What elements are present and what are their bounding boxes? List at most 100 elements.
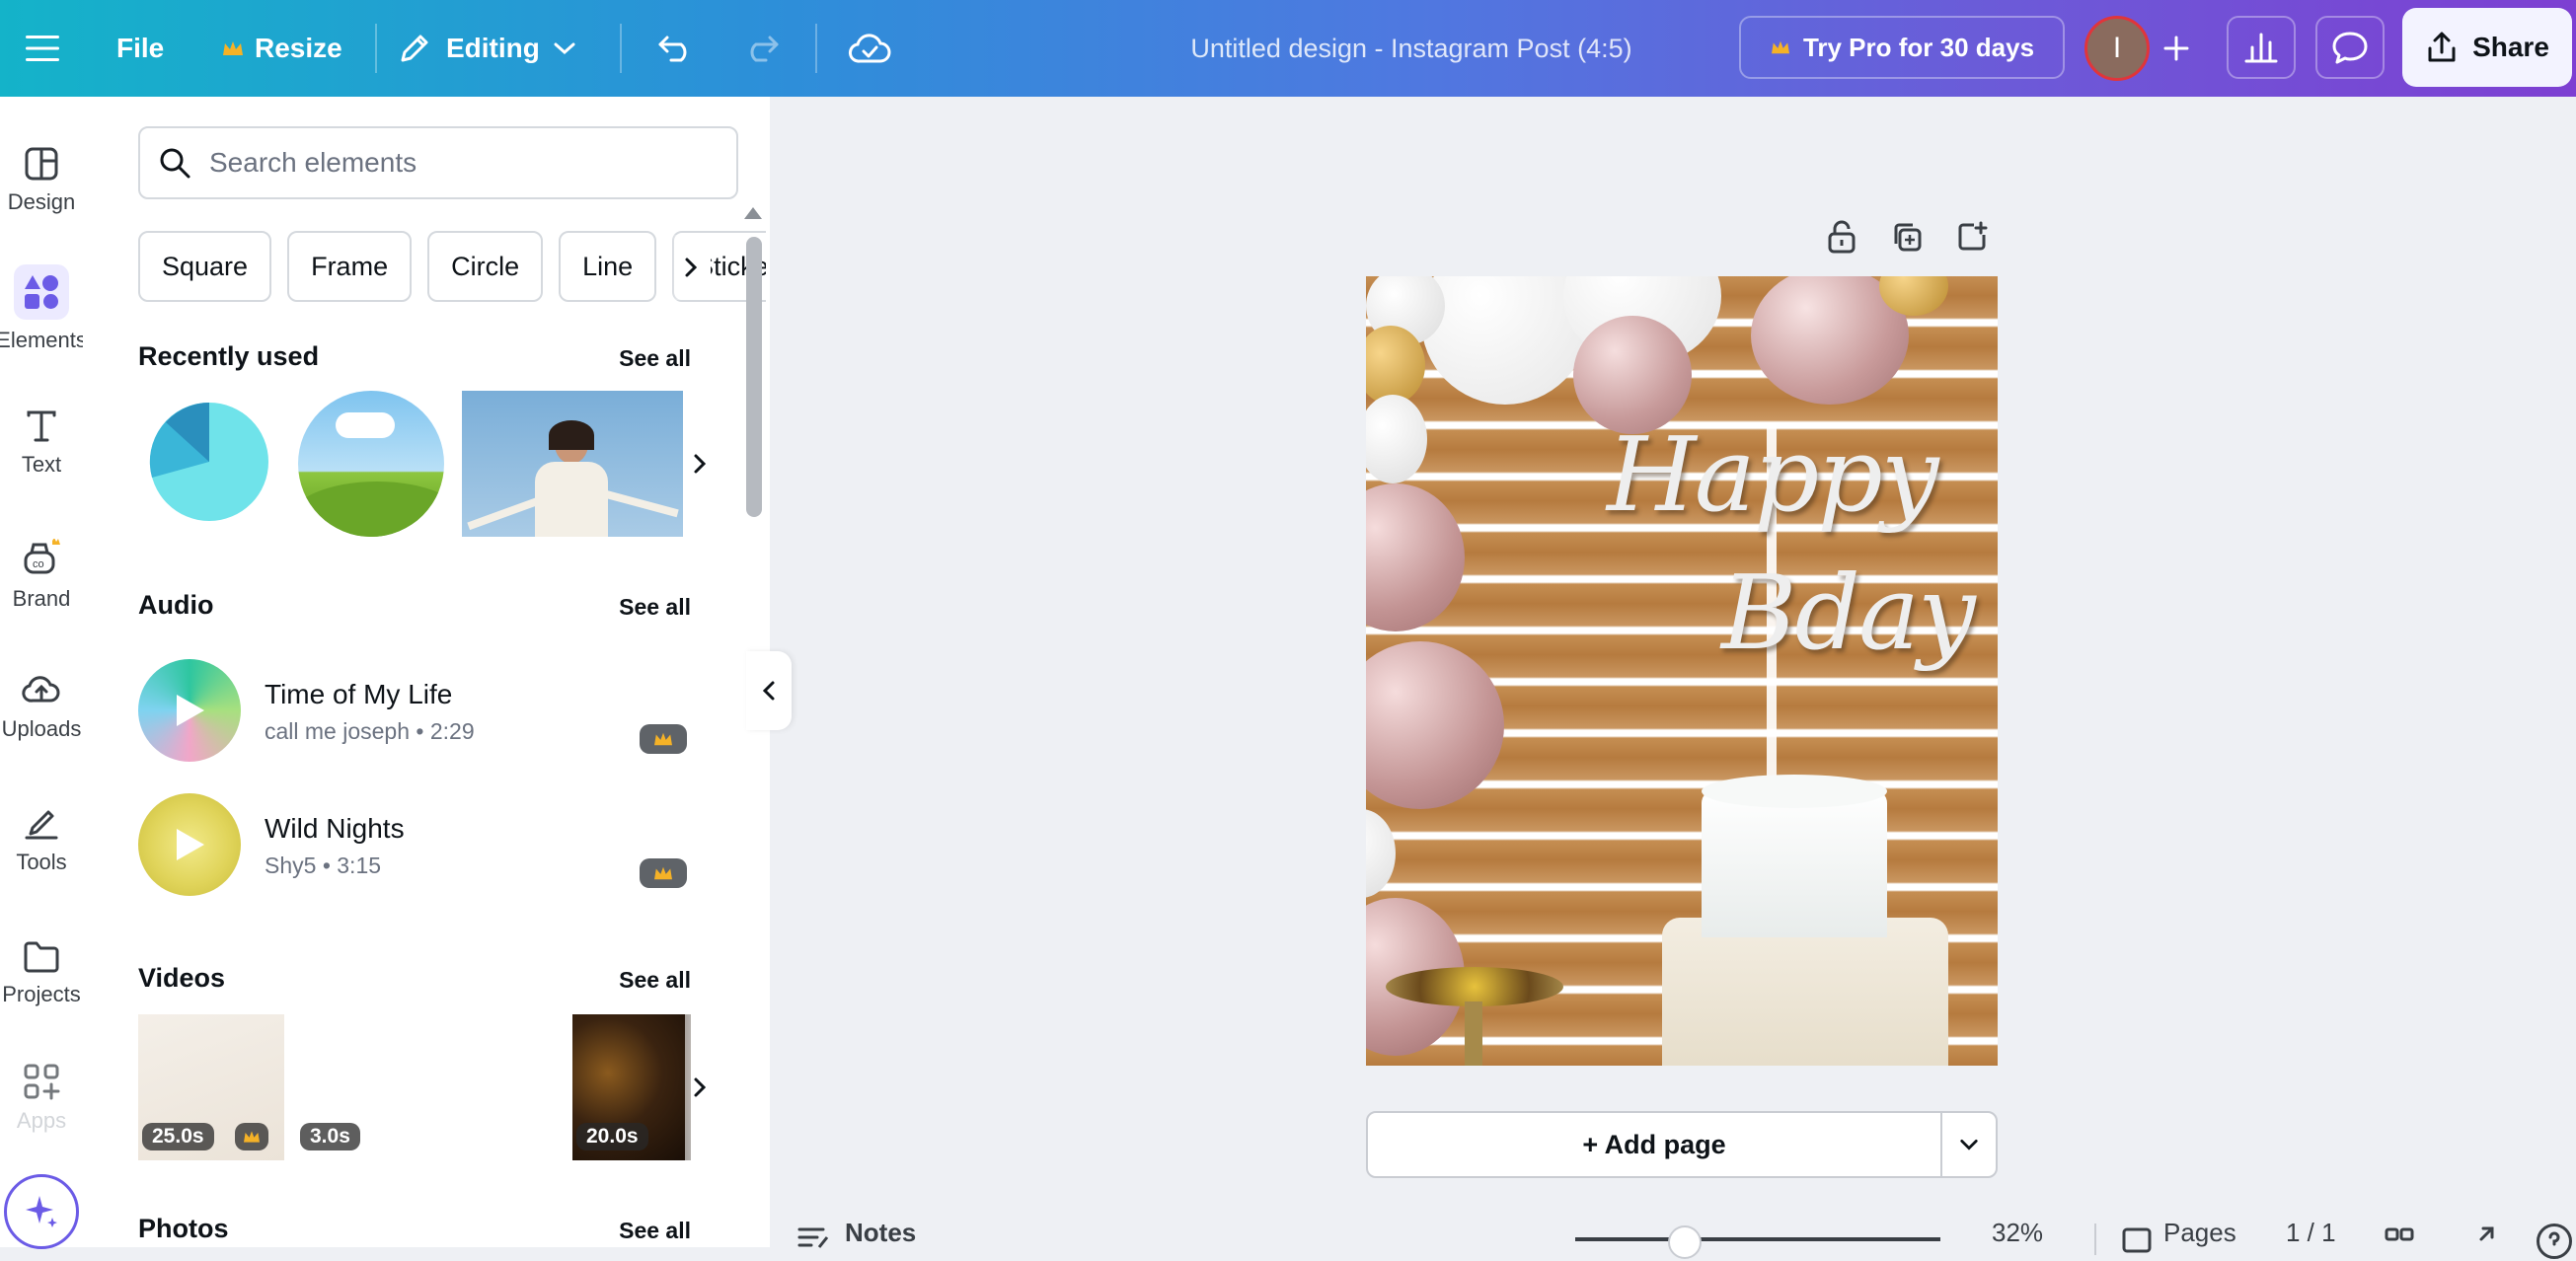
invite-button[interactable] (2152, 24, 2201, 73)
audio-thumbnail (138, 659, 241, 762)
stand-pole (1465, 1001, 1482, 1066)
chip-circle[interactable]: Circle (427, 231, 544, 302)
photos-title: Photos (138, 1214, 229, 1243)
grid-view-button[interactable] (2385, 1227, 2414, 1260)
document-title[interactable]: Untitled design - Instagram Post (4:5) (1125, 24, 1698, 73)
crown-icon (1771, 40, 1789, 54)
rail-label: Uploads (1, 716, 82, 741)
main-menu-button[interactable] (18, 24, 67, 73)
collapse-panel-button[interactable] (746, 651, 792, 730)
pages-button[interactable] (2122, 1227, 2152, 1258)
pro-badge (235, 1123, 268, 1150)
notes-icon (797, 1227, 829, 1248)
audio-track[interactable]: Wild Nights Shy5 • 3:15 (138, 793, 730, 902)
video-thumbnail[interactable]: 20.0s (572, 1014, 691, 1160)
rail-item-projects[interactable]: Projects (0, 920, 83, 1028)
notes-button[interactable] (797, 1225, 831, 1256)
chip-frame[interactable]: Frame (287, 231, 413, 302)
rail-label: Brand (12, 586, 71, 611)
crown-icon (654, 866, 672, 880)
zoom-slider-thumb[interactable] (1668, 1225, 1702, 1259)
video-thumbnail[interactable]: 25.0s (138, 1014, 284, 1160)
chips-next-button[interactable] (671, 235, 711, 300)
rail-item-tools[interactable]: Tools (0, 785, 83, 894)
add-page-dropdown[interactable] (1942, 1113, 1996, 1176)
chip-square[interactable]: Square (138, 231, 272, 302)
balloon-white (1366, 395, 1427, 483)
recently-used-next-button[interactable] (685, 391, 715, 537)
insights-button[interactable] (2227, 16, 2296, 79)
comments-button[interactable] (2315, 16, 2385, 79)
videos-next-button[interactable] (685, 1014, 715, 1160)
search-input[interactable] (207, 146, 705, 180)
rail-item-uploads[interactable]: Uploads (0, 653, 83, 762)
audio-track[interactable]: Time of My Life call me joseph • 2:29 (138, 659, 730, 768)
user-avatar[interactable]: I (2084, 16, 2150, 81)
pie-chart-element[interactable] (148, 401, 270, 523)
file-menu-button[interactable]: File (116, 24, 164, 73)
photos-see-all[interactable]: See all (619, 1218, 691, 1244)
grid-view-icon (2385, 1227, 2414, 1241)
crown-icon (223, 41, 243, 55)
save-status-button[interactable] (845, 24, 894, 73)
brand-kit-icon: co (24, 539, 60, 574)
search-elements-box[interactable] (138, 126, 738, 199)
rail-item-text[interactable]: Text (0, 389, 83, 497)
chip-line[interactable]: Line (559, 231, 657, 302)
editing-label: Editing (446, 33, 540, 63)
rail-item-elements[interactable]: Elements (0, 255, 87, 363)
undo-button[interactable] (651, 24, 701, 73)
redo-icon (750, 36, 779, 62)
audio-thumbnail (138, 793, 241, 896)
duplicate-page-button[interactable] (1889, 219, 1925, 255)
lock-page-button[interactable] (1824, 219, 1859, 255)
expand-icon (2479, 1226, 2494, 1241)
notes-label[interactable]: Notes (845, 1218, 916, 1248)
folder-icon (24, 941, 59, 973)
rail-item-brand[interactable]: co Brand (0, 521, 83, 630)
add-page-icon-button[interactable] (1954, 219, 1990, 255)
editing-mode-dropdown[interactable]: Editing (397, 24, 575, 73)
rail-item-design[interactable]: Design (0, 126, 83, 235)
woman-photo-element[interactable] (462, 391, 683, 537)
svg-text:co: co (33, 558, 44, 570)
add-page-button[interactable]: + Add page (1368, 1113, 1942, 1176)
video-thumbnail[interactable]: 3.0s (296, 1014, 442, 1160)
audio-title: Audio (138, 590, 214, 620)
design-canvas[interactable]: Happy Bday (1366, 276, 1998, 1066)
pro-badge (640, 858, 687, 888)
audio-see-all[interactable]: See all (619, 594, 691, 621)
scroll-up-arrow[interactable] (744, 207, 762, 219)
rail-label: Apps (16, 1108, 67, 1133)
balloon-white (1366, 809, 1396, 898)
panel-scrollbar-thumb[interactable] (746, 237, 762, 517)
share-button[interactable]: Share (2402, 8, 2572, 87)
hill-shape (298, 482, 444, 537)
audio-track-title: Time of My Life (265, 679, 453, 709)
videos-see-all[interactable]: See all (619, 967, 691, 994)
text-t-icon (27, 410, 56, 442)
bottom-bar: Notes 32% Pages 1 / 1 (770, 1216, 2576, 1259)
help-button[interactable] (2537, 1224, 2572, 1259)
recently-used-see-all[interactable]: See all (619, 345, 691, 372)
cake-bottom-tier (1662, 918, 1948, 1066)
duplicate-icon (1894, 223, 1922, 252)
shapes-icon (25, 275, 58, 309)
resize-label: Resize (255, 33, 342, 63)
zoom-slider-track[interactable] (1575, 1237, 1940, 1241)
help-icon (2548, 1231, 2560, 1246)
zoom-value[interactable]: 32% (1992, 1218, 2043, 1248)
chevron-down-icon (554, 42, 575, 55)
resize-button[interactable]: Resize (221, 24, 342, 73)
rail-item-apps[interactable]: Apps (0, 1044, 83, 1152)
video-duration-badge: 20.0s (576, 1123, 648, 1150)
video-duration-badge: 3.0s (300, 1123, 360, 1150)
pencil-icon (401, 35, 428, 62)
landscape-circle-element[interactable] (298, 391, 444, 537)
pages-label[interactable]: Pages (2163, 1218, 2236, 1248)
fullscreen-button[interactable] (2467, 1225, 2495, 1258)
try-pro-button[interactable]: Try Pro for 30 days (1739, 16, 2065, 79)
magic-assistant-button[interactable] (4, 1174, 79, 1249)
elements-panel: Square Frame Circle Line Sticker Recentl… (83, 97, 770, 1247)
redo-button[interactable] (736, 24, 786, 73)
